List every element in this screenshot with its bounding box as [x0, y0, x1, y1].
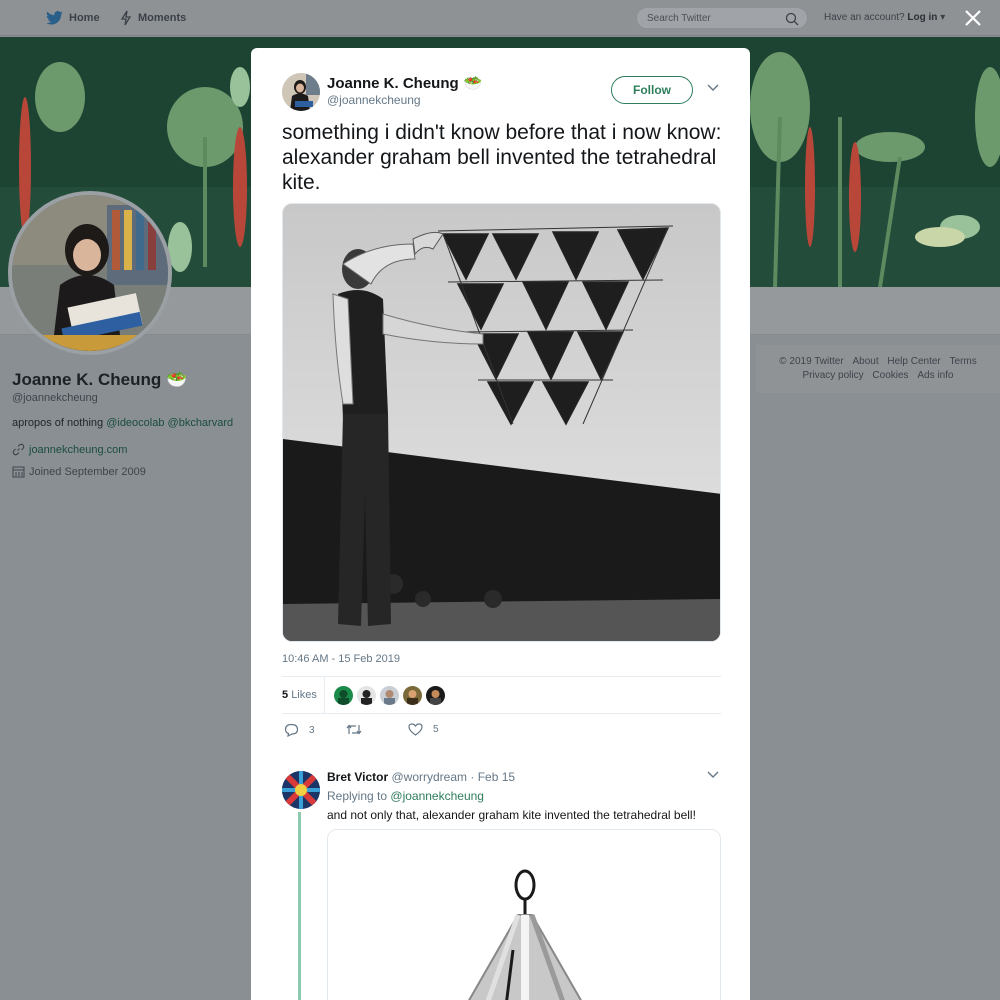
thread-line — [298, 812, 301, 1000]
profile-avatar[interactable] — [8, 191, 172, 355]
login-area: Have an account? Log in ▾ — [824, 12, 945, 23]
reply-header: Bret Victor @worrydream · Feb 15 — [327, 770, 515, 784]
calendar-icon — [12, 466, 25, 478]
liker-avatar[interactable] — [426, 686, 445, 705]
divider — [324, 677, 325, 714]
follow-button[interactable]: Follow — [611, 76, 693, 104]
reply-text: and not only that, alexander graham kite… — [327, 808, 696, 822]
tweet-actions: 3 5 — [282, 723, 582, 743]
likes-number: 5 — [282, 689, 289, 701]
search-input[interactable]: Search Twitter — [636, 7, 808, 29]
reply-date[interactable]: · Feb 15 — [470, 770, 515, 784]
likes-count[interactable]: 5 Likes — [282, 689, 317, 701]
nav-home[interactable]: Home — [46, 0, 100, 36]
top-navigation-bar: Home Moments Search Twitter Have an acco… — [0, 0, 1000, 36]
profile-bio: apropos of nothing @ideocolab @bkcharvar… — [12, 417, 233, 429]
tweet-text: something i didn't know before that i no… — [282, 121, 722, 194]
bio-text: apropos of nothing — [12, 417, 104, 429]
nav-home-label: Home — [69, 12, 100, 24]
liker-avatar[interactable] — [403, 686, 422, 705]
reply-author-handle[interactable]: @worrydream — [391, 770, 467, 784]
tweet-author-avatar[interactable] — [282, 73, 320, 111]
tweet-timestamp[interactable]: 10:46 AM - 15 Feb 2019 — [282, 653, 400, 665]
profile-url-text[interactable]: joannekcheung.com — [29, 444, 127, 456]
chevron-down-icon: ▾ — [940, 12, 946, 23]
chevron-down-icon[interactable] — [707, 84, 719, 92]
liker-avatar[interactable] — [380, 686, 399, 705]
nav-moments-label: Moments — [138, 12, 187, 24]
salad-emoji: 🥗 — [165, 370, 188, 389]
profile-name: Joanne K. Cheung 🥗 — [12, 370, 187, 390]
liker-avatar[interactable] — [334, 686, 353, 705]
account-prompt: Have an account? — [824, 12, 905, 23]
retweet-icon[interactable] — [346, 723, 362, 736]
footer-link-cookies[interactable]: Cookies — [872, 370, 908, 381]
replying-to-handle[interactable]: @joannekcheung — [390, 789, 484, 803]
footer-link-about[interactable]: About — [852, 356, 878, 367]
like-count: 5 — [433, 724, 439, 735]
profile-joined-text: Joined September 2009 — [29, 465, 146, 478]
chevron-down-icon[interactable] — [707, 771, 719, 779]
close-icon[interactable] — [963, 8, 983, 28]
tweet-photo[interactable] — [282, 203, 721, 642]
footer-link-ads-info[interactable]: Ads info — [917, 370, 953, 381]
tweet-author-name-text[interactable]: Joanne K. Cheung — [327, 75, 459, 92]
footer-copyright: © 2019 Twitter — [779, 356, 844, 367]
login-link[interactable]: Log in — [907, 12, 937, 23]
footer-link-terms[interactable]: Terms — [950, 356, 977, 367]
retweet-action[interactable] — [346, 723, 362, 736]
footer-link-privacy[interactable]: Privacy policy — [803, 370, 864, 381]
bio-mention-ideocolab[interactable]: @ideocolab — [106, 417, 164, 429]
tweet-modal: Joanne K. Cheung 🥗 @joannekcheung Follow… — [251, 48, 750, 1000]
salad-emoji: 🥗 — [463, 75, 483, 92]
replying-to-label: Replying to — [327, 789, 388, 803]
heart-icon[interactable] — [408, 723, 423, 736]
profile-handle: @joannekcheung — [12, 392, 98, 404]
lightning-icon — [120, 10, 132, 26]
reply-author-name[interactable]: Bret Victor — [327, 770, 388, 784]
reply-count: 3 — [309, 724, 315, 736]
liker-avatar[interactable] — [357, 686, 376, 705]
profile-joined: Joined September 2009 — [12, 465, 146, 478]
link-icon — [12, 443, 25, 456]
profile-url[interactable]: joannekcheung.com — [12, 443, 127, 456]
nav-moments[interactable]: Moments — [120, 0, 186, 36]
tweet-author-name[interactable]: Joanne K. Cheung 🥗 — [327, 74, 483, 93]
likes-row: 5 Likes — [282, 676, 721, 714]
like-action[interactable]: 5 — [408, 723, 439, 736]
reply-author-avatar[interactable] — [282, 771, 320, 809]
twitter-bird-icon — [46, 11, 63, 25]
search-placeholder: Search Twitter — [647, 12, 711, 24]
reply-action[interactable]: 3 — [284, 723, 315, 737]
tweet-author-handle[interactable]: @joannekcheung — [327, 93, 421, 107]
footer-links: © 2019 Twitter About Help Center Terms P… — [756, 355, 1000, 383]
footer-link-help-center[interactable]: Help Center — [887, 356, 940, 367]
reply-icon[interactable] — [284, 723, 299, 737]
likes-label: Likes — [291, 689, 317, 701]
bio-mention-bkcharvard[interactable]: @bkcharvard — [168, 417, 234, 429]
search-icon[interactable] — [785, 12, 799, 26]
profile-name-text: Joanne K. Cheung — [12, 370, 162, 389]
replying-to: Replying to @joannekcheung — [327, 789, 484, 803]
reply-photo[interactable] — [327, 829, 721, 1000]
